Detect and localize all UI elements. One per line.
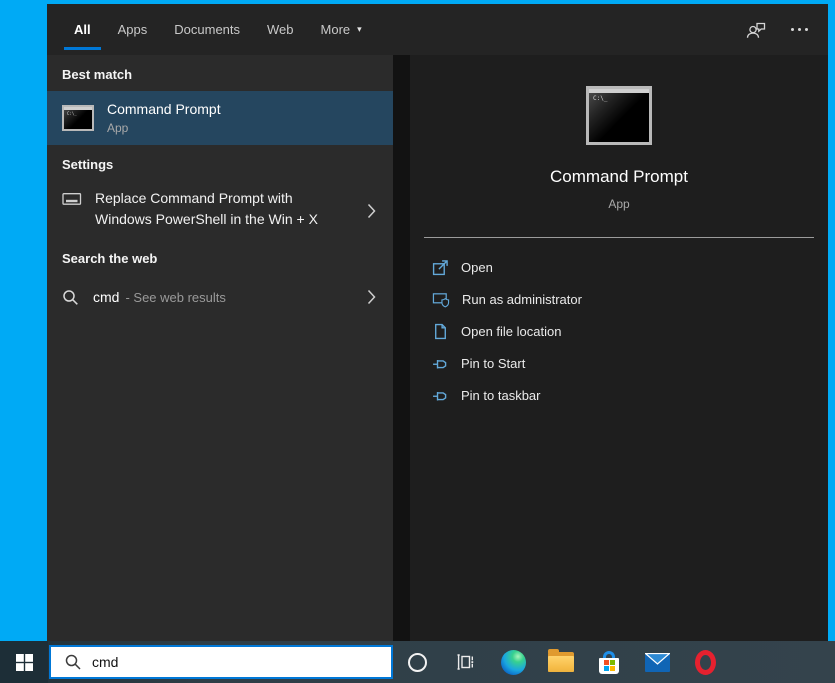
pin-icon [433,391,447,400]
action-pin-to-start[interactable]: Pin to Start [432,347,828,379]
store-icon [597,650,621,675]
start-button[interactable] [0,641,48,683]
edge-icon [500,649,526,675]
mail-button[interactable] [633,641,681,683]
tab-apps[interactable]: Apps [118,4,148,55]
start-search-flyout: All Apps Documents Web More ▾ Best match… [47,4,828,641]
taskbar-search-box[interactable] [49,645,393,679]
chevron-down-icon: ▾ [357,24,362,34]
desktop: All Apps Documents Web More ▾ Best match… [0,0,835,683]
opera-button[interactable] [681,641,729,683]
cortana-icon [407,652,427,672]
action-pin-to-taskbar[interactable]: Pin to taskbar [432,379,828,411]
opera-icon [694,649,716,675]
settings-text-line1: Replace Command Prompt with [95,190,293,206]
panel-divider-gap [393,55,410,641]
settings-result-replace-cmd[interactable]: Replace Command Prompt with Windows Powe… [47,181,393,239]
section-header-settings: Settings [62,157,114,172]
cortana-button[interactable] [393,641,441,683]
action-label: Open [461,259,493,275]
filter-tabs: All Apps Documents Web More ▾ [47,4,362,55]
search-input[interactable] [92,654,342,670]
store-button[interactable] [585,641,633,683]
action-open-file-location[interactable]: Open file location [432,315,828,347]
preview-app-title: Command Prompt [550,167,688,186]
admin-shield-icon [432,292,450,307]
tab-documents-label: Documents [174,22,241,37]
feedback-person-icon[interactable] [745,20,767,40]
result-title: Command Prompt [107,101,221,117]
search-icon [63,289,78,305]
results-panel: Best match C:\_ Command Prompt App Setti… [47,55,393,641]
settings-result-text: Replace Command Prompt with Windows Powe… [95,188,318,230]
tab-all[interactable]: All [64,4,101,55]
settings-text-line2: Windows PowerShell in the Win + X [95,211,318,227]
taskbar [0,641,835,683]
search-results-area: Best match C:\_ Command Prompt App Setti… [47,55,828,641]
more-options-ellipsis-icon[interactable] [791,20,808,40]
chevron-right-icon[interactable] [365,195,378,223]
preview-panel: C:\_ Command Prompt App Open Run as admi… [410,55,828,641]
section-header-search-web: Search the web [62,251,158,266]
web-suffix-text: - See web results [125,289,226,305]
edge-button[interactable] [489,641,537,683]
result-texts: Command Prompt App [107,101,221,135]
header-icons [745,20,828,40]
open-launch-icon [432,259,448,275]
action-label: Pin to Start [461,355,526,371]
context-actions: Open Run as administrator Open file loca… [410,238,828,411]
preview-app-type: App [608,197,630,211]
tab-all-label: All [74,22,91,37]
search-icon [65,654,81,670]
action-open[interactable]: Open [432,251,828,283]
file-explorer-icon [548,649,574,672]
chevron-right-icon[interactable] [365,285,378,309]
task-view-button[interactable] [441,641,489,683]
tab-more-label: More [320,22,351,37]
action-label: Run as administrator [462,291,582,307]
tab-web[interactable]: Web [267,4,294,55]
action-run-as-administrator[interactable]: Run as administrator [432,283,828,315]
windows-logo-icon [15,653,33,671]
action-label: Open file location [461,323,562,339]
search-filter-bar: All Apps Documents Web More ▾ [47,4,828,55]
tab-apps-label: Apps [117,22,148,37]
result-subtitle: App [107,121,129,135]
tab-web-label: Web [267,22,294,37]
web-search-result-cmd[interactable]: cmd - See web results [47,275,393,319]
tab-more[interactable]: More ▾ [321,4,362,55]
cmd-terminal-icon-large: C:\_ [586,86,652,145]
cmd-terminal-icon: C:\_ [62,105,94,131]
window-icon [62,193,82,205]
file-location-icon [435,323,446,339]
section-header-best-match: Best match [62,67,133,82]
file-explorer-button[interactable] [537,641,585,683]
web-query-text: cmd [93,289,120,305]
task-view-icon [457,654,473,670]
pin-icon [433,359,447,368]
tab-documents[interactable]: Documents [174,4,240,55]
mail-icon [644,652,670,672]
best-match-result-command-prompt[interactable]: C:\_ Command Prompt App [47,91,393,145]
action-label: Pin to taskbar [461,387,541,403]
